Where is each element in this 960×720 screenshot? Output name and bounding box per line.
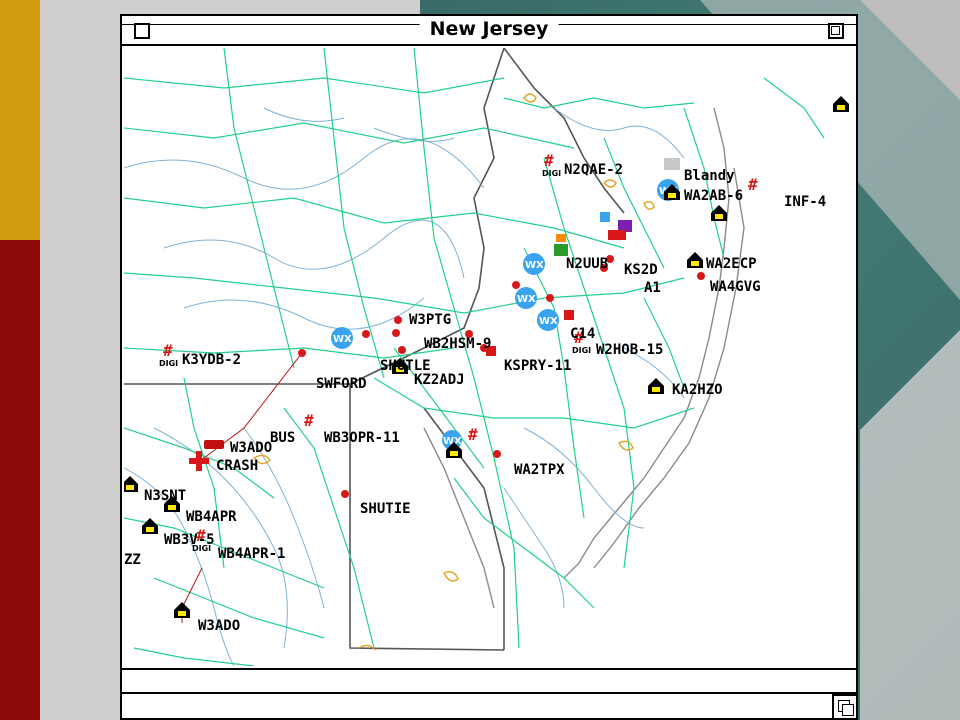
label-a1[interactable]: A1 xyxy=(644,280,661,296)
digi-icon[interactable]: # xyxy=(748,175,758,194)
svg-text:#: # xyxy=(468,425,478,444)
label-n2uub[interactable]: N2UUB xyxy=(566,256,608,272)
red-strip xyxy=(0,240,40,720)
house-icon[interactable] xyxy=(174,602,190,618)
digi-icon[interactable]: # xyxy=(304,411,314,430)
svg-text:#: # xyxy=(748,175,758,194)
svg-text:#: # xyxy=(304,411,314,430)
map-window[interactable]: New Jersey # DIGI # DIGI # DIGI # # # DI… xyxy=(120,14,858,720)
wx-icon[interactable]: WX xyxy=(523,253,545,275)
label-kspry11[interactable]: KSPRY-11 xyxy=(504,358,571,374)
label-w3ptg[interactable]: W3PTG xyxy=(409,312,451,328)
house-icon[interactable] xyxy=(687,252,703,268)
label-wa4gvg[interactable]: WA4GVG xyxy=(710,279,761,295)
label-wa2ecp[interactable]: WA2ECP xyxy=(706,256,757,272)
label-wa2ab6[interactable]: WA2AB-6 xyxy=(684,188,743,204)
title-bar[interactable]: New Jersey xyxy=(122,16,856,46)
station-dot-shutie[interactable] xyxy=(341,490,349,498)
svg-text:WX: WX xyxy=(517,294,536,305)
label-n2qae2[interactable]: N2QAE-2 xyxy=(564,162,623,178)
station-dot-wa2tpx[interactable] xyxy=(493,450,501,458)
label-wb3opr11[interactable]: WB3OPR-11 xyxy=(324,430,400,446)
close-box[interactable] xyxy=(134,23,150,39)
house-icon[interactable] xyxy=(711,205,727,221)
label-w3ado2[interactable]: W3ADO xyxy=(198,618,240,634)
label-wb2hsm9[interactable]: WB2HSM-9 xyxy=(424,336,491,352)
digi-icon[interactable]: # xyxy=(468,425,478,444)
svg-text:DIGI: DIGI xyxy=(542,169,561,178)
svg-text:#: # xyxy=(163,341,173,360)
digi-markers: # DIGI # DIGI # DIGI # # # DIGI # xyxy=(159,151,758,553)
station-dot-kz2adj[interactable] xyxy=(398,346,406,354)
label-n3snt[interactable]: N3SNT xyxy=(144,488,186,504)
car-icon[interactable] xyxy=(204,440,224,449)
label-ka2hzo[interactable]: KA2HZO xyxy=(672,382,723,398)
svg-text:DIGI: DIGI xyxy=(159,359,178,368)
horizontal-scrollbar[interactable] xyxy=(122,696,832,718)
svg-text:WX: WX xyxy=(539,316,558,327)
window-title: New Jersey xyxy=(419,18,559,40)
svg-text:WX: WX xyxy=(525,260,544,271)
station-dot-wa4gvg[interactable] xyxy=(697,272,705,280)
label-blandy[interactable]: Blandy xyxy=(684,168,735,184)
weather-stations: WX WX WX WX WX WX xyxy=(331,179,679,450)
label-wb4apr1[interactable]: WB4APR-1 xyxy=(218,546,285,562)
wx-icon[interactable]: WX xyxy=(537,309,559,331)
gold-strip xyxy=(0,0,40,240)
station-dot-shutle[interactable] xyxy=(362,330,370,338)
station-dot-e[interactable] xyxy=(546,294,554,302)
station-dot-swford[interactable] xyxy=(298,349,306,357)
resize-grow-box[interactable] xyxy=(832,694,856,718)
station-dot-d[interactable] xyxy=(512,281,520,289)
station-labels: N2QAE-2 Blandy WA2AB-6 INF-4 WA2ECP WA4G… xyxy=(124,162,826,634)
label-w3ado[interactable]: W3ADO xyxy=(230,440,272,456)
state-borders xyxy=(124,48,625,651)
label-bus[interactable]: BUS xyxy=(270,430,295,446)
map-canvas[interactable]: # DIGI # DIGI # DIGI # # # DIGI # WX WX … xyxy=(124,48,854,666)
label-swford[interactable]: SWFORD xyxy=(316,376,367,392)
house-icon[interactable] xyxy=(648,378,664,394)
label-c14[interactable]: C14 xyxy=(570,326,595,342)
zoom-box[interactable] xyxy=(828,23,844,39)
label-crash[interactable]: CRASH xyxy=(216,458,258,474)
label-wb4apr[interactable]: WB4APR xyxy=(186,509,237,525)
label-wa2tpx[interactable]: WA2TPX xyxy=(514,462,565,478)
label-k3ydb2[interactable]: K3YDB-2 xyxy=(182,352,241,368)
track-lines xyxy=(181,352,303,623)
wx-icon[interactable]: WX xyxy=(515,287,537,309)
wx-icon[interactable]: WX xyxy=(331,327,353,349)
svg-text:WX: WX xyxy=(333,334,352,345)
svg-text:DIGI: DIGI xyxy=(572,346,591,355)
label-zz[interactable]: ZZ xyxy=(124,552,141,568)
label-ks2d[interactable]: KS2D xyxy=(624,262,658,278)
label-wb3v5[interactable]: WB3V-5 xyxy=(164,532,215,548)
station-dot-w3ptg[interactable] xyxy=(394,316,402,324)
house-icon[interactable] xyxy=(833,96,849,112)
label-kz2adj[interactable]: KZ2ADJ xyxy=(414,372,465,388)
label-w2hob15[interactable]: W2HOB-15 xyxy=(596,342,663,358)
digi-icon[interactable]: # DIGI xyxy=(159,341,178,368)
label-shutie[interactable]: SHUTIE xyxy=(360,501,411,517)
station-dot-a[interactable] xyxy=(392,329,400,337)
digi-icon[interactable]: # DIGI xyxy=(542,151,561,178)
rivers xyxy=(124,107,685,666)
svg-text:#: # xyxy=(544,151,554,170)
status-bar xyxy=(122,668,856,694)
house-icon[interactable] xyxy=(124,476,138,492)
house-icon[interactable] xyxy=(142,518,158,534)
map-svg[interactable]: # DIGI # DIGI # DIGI # # # DIGI # WX WX … xyxy=(124,48,854,666)
label-inf4[interactable]: INF-4 xyxy=(784,194,826,210)
